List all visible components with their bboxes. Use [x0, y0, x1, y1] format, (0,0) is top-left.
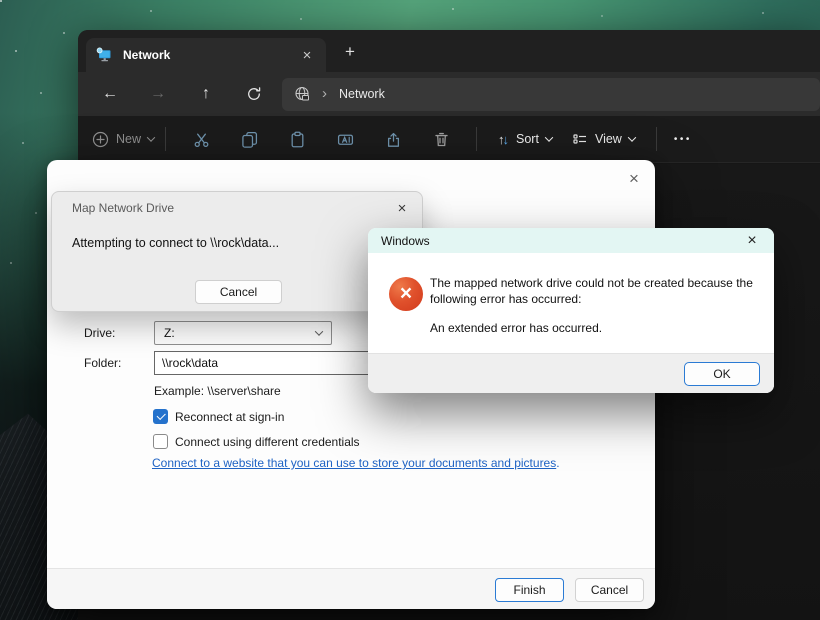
- back-button[interactable]: ←: [86, 77, 134, 111]
- screen: Network × + ← → ↑: [0, 0, 820, 620]
- reconnect-checkbox-label: Reconnect at sign-in: [175, 410, 284, 424]
- windows-error-dialog: Windows × × The mapped network drive cou…: [368, 228, 774, 393]
- error-message-line1: The mapped network drive could not be cr…: [430, 275, 774, 307]
- delete-button[interactable]: [421, 121, 461, 157]
- reconnect-checkbox-row[interactable]: Reconnect at sign-in: [153, 409, 284, 424]
- view-list-icon: [572, 131, 588, 147]
- command-toolbar: New: [78, 116, 820, 163]
- drive-select[interactable]: Z:: [154, 321, 332, 345]
- ok-button[interactable]: OK: [684, 362, 760, 386]
- progress-cancel-button[interactable]: Cancel: [195, 280, 282, 304]
- tab-close-icon[interactable]: ×: [298, 46, 316, 64]
- toolbar-separator: [165, 127, 166, 151]
- sort-button[interactable]: ↑↓ Sort: [488, 121, 562, 157]
- error-dialog-footer: OK: [368, 353, 774, 393]
- stars-decoration: [0, 0, 2, 2]
- error-dialog-body: × The mapped network drive could not be …: [368, 253, 774, 353]
- toolbar-separator: [476, 127, 477, 151]
- progress-message: Attempting to connect to \\rock\data...: [72, 236, 279, 250]
- network-globe-icon: [294, 86, 310, 102]
- up-button[interactable]: ↑: [182, 77, 230, 111]
- breadcrumb-location: Network: [339, 87, 385, 101]
- credentials-checkbox-row[interactable]: Connect using different credentials: [153, 434, 360, 449]
- connect-website-link[interactable]: Connect to a website that you can use to…: [152, 456, 560, 470]
- error-dialog-title: Windows: [381, 234, 430, 248]
- close-icon[interactable]: ×: [392, 198, 412, 218]
- refresh-button[interactable]: [230, 77, 278, 111]
- more-options-button[interactable]: •••: [674, 134, 692, 145]
- cut-button[interactable]: [181, 121, 221, 157]
- error-icon: ×: [389, 277, 423, 311]
- chevron-down-icon: [545, 133, 553, 141]
- plus-circle-icon: [92, 131, 109, 148]
- copy-button[interactable]: [229, 121, 269, 157]
- error-dialog-titlebar: Windows ×: [368, 228, 774, 253]
- navigation-bar: ← → ↑ › Network: [78, 72, 820, 116]
- chevron-down-icon: [315, 327, 323, 335]
- drive-label: Drive:: [84, 326, 115, 340]
- folder-input-value: \\rock\data: [162, 356, 218, 370]
- new-tab-button[interactable]: +: [338, 40, 362, 64]
- wizard-footer: Finish Cancel: [47, 568, 655, 609]
- breadcrumb-chevron-icon: ›: [322, 85, 327, 102]
- chevron-down-icon: [147, 133, 155, 141]
- close-icon[interactable]: ×: [623, 168, 645, 190]
- tab-title: Network: [123, 48, 170, 62]
- wizard-cancel-button[interactable]: Cancel: [575, 578, 644, 602]
- chevron-down-icon: [628, 133, 636, 141]
- error-message-line2: An extended error has occurred.: [430, 321, 602, 335]
- checkbox-checked-icon[interactable]: [153, 409, 168, 424]
- drive-select-value: Z:: [164, 326, 175, 340]
- view-button[interactable]: View: [562, 121, 645, 157]
- sort-button-label: Sort: [516, 132, 539, 146]
- progress-dialog-title: Map Network Drive: [72, 201, 174, 215]
- network-drive-icon: [96, 47, 113, 63]
- finish-button[interactable]: Finish: [495, 578, 564, 602]
- folder-example-text: Example: \\server\share: [154, 384, 281, 398]
- rename-button[interactable]: [325, 121, 365, 157]
- close-icon[interactable]: ×: [743, 232, 761, 250]
- address-bar[interactable]: › Network: [282, 78, 820, 111]
- sort-arrows-icon: ↑↓: [498, 132, 509, 147]
- checkbox-unchecked-icon[interactable]: [153, 434, 168, 449]
- share-button[interactable]: [373, 121, 413, 157]
- credentials-checkbox-label: Connect using different credentials: [175, 435, 360, 449]
- forward-button[interactable]: →: [134, 77, 182, 111]
- toolbar-separator: [656, 127, 657, 151]
- view-button-label: View: [595, 132, 622, 146]
- tab-strip: Network × +: [78, 30, 820, 72]
- tab-network[interactable]: Network ×: [86, 38, 326, 72]
- new-button-label: New: [116, 132, 141, 146]
- folder-label: Folder:: [84, 356, 121, 370]
- paste-button[interactable]: [277, 121, 317, 157]
- new-button[interactable]: New: [92, 131, 154, 148]
